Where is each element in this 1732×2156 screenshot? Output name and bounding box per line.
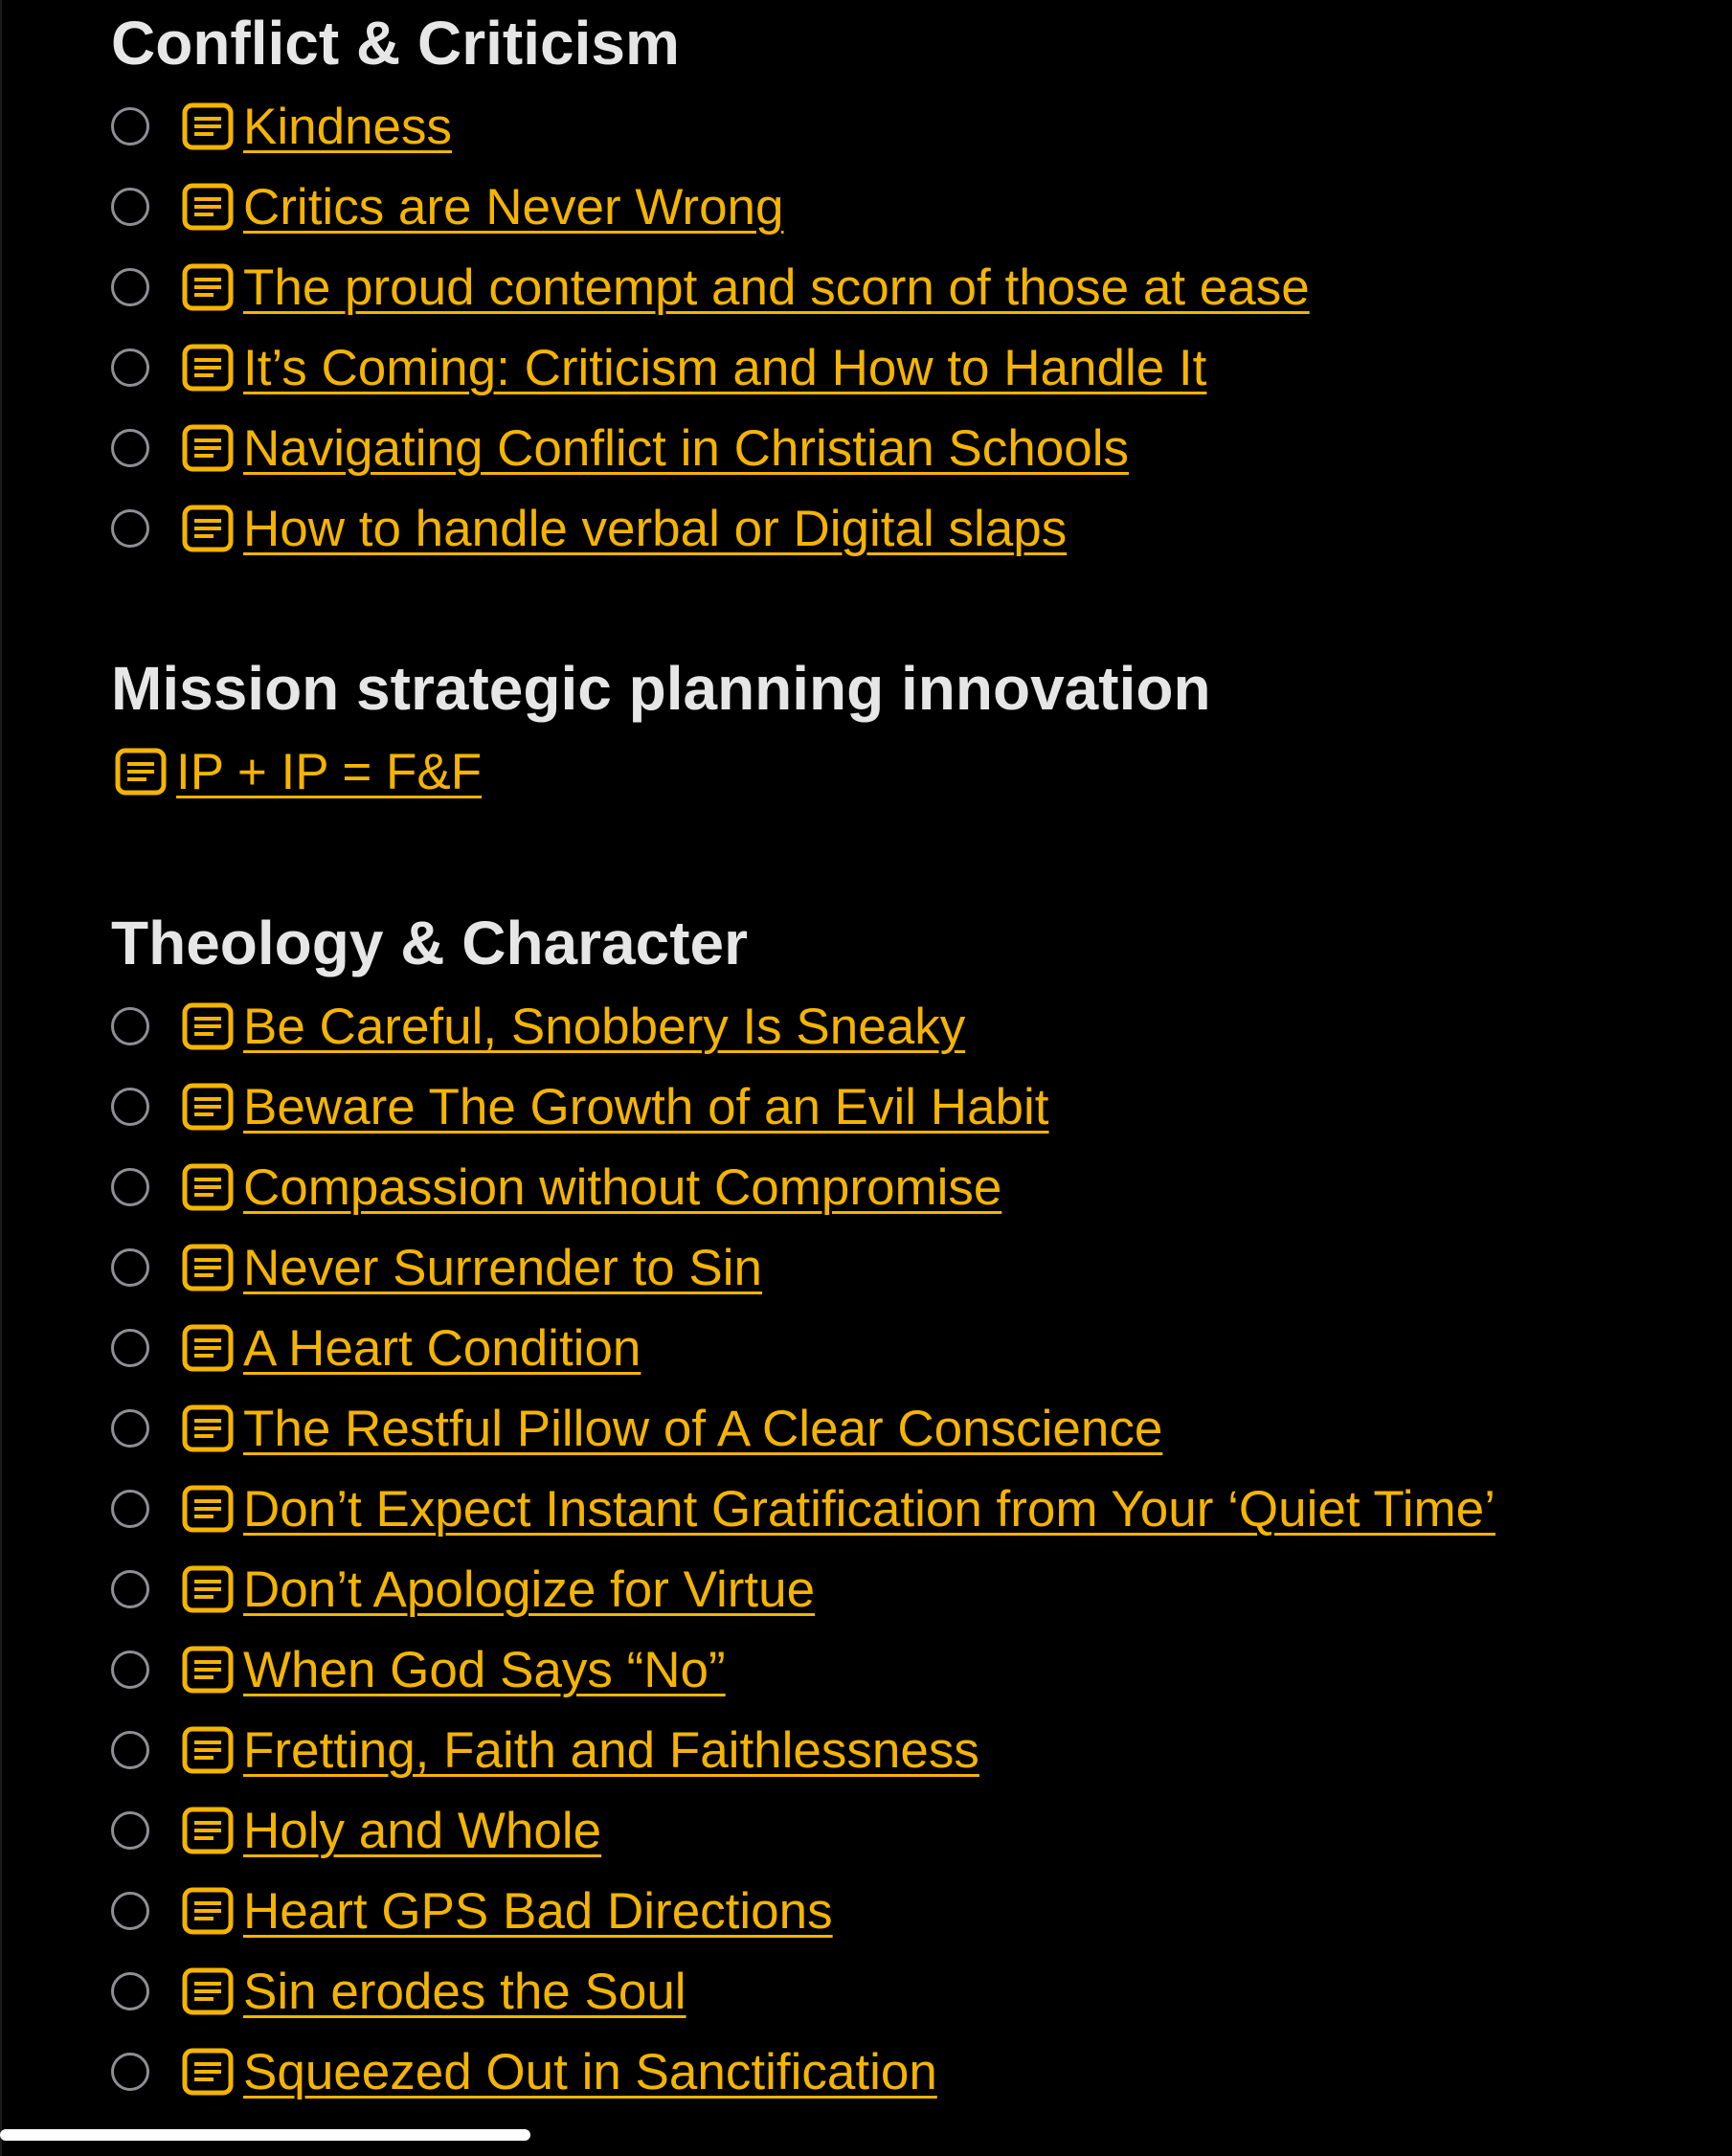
list-item: Squeezed Out in Sanctification [111,2032,1700,2112]
note-icon [182,102,234,150]
note-icon [182,1485,234,1533]
list-item: Never Surrender to Sin [111,1227,1700,1308]
list-item: Compassion without Compromise [111,1147,1700,1227]
list-item: Don’t Apologize for Virtue [111,1549,1700,1629]
list-item: Holy and Whole [111,1790,1700,1871]
checkbox[interactable] [111,1892,149,1930]
list-item: IP + IP = F&F [111,731,1700,812]
note-link[interactable]: Fretting, Faith and Faithlessness [243,1721,979,1780]
home-indicator[interactable] [0,2129,530,2141]
list-item: A Heart Condition [111,1308,1700,1388]
note-icon [182,1726,234,1774]
note-link[interactable]: It’s Coming: Criticism and How to Handle… [243,339,1206,397]
list-item: Sin erodes the Soul [111,1951,1700,2032]
note-icon [182,1083,234,1131]
note-icon [115,748,167,796]
checkbox[interactable] [111,1329,149,1367]
note-link[interactable]: The Restful Pillow of A Clear Conscience [243,1400,1162,1458]
list-item: The proud contempt and scorn of those at… [111,247,1700,327]
note-link[interactable]: Sin erodes the Soul [243,1963,686,2021]
note-link[interactable]: Kindness [243,98,452,156]
note-link[interactable]: Be Careful, Snobbery Is Sneaky [243,998,965,1056]
list-item: How to handle verbal or Digital slaps [111,488,1700,569]
checkbox[interactable] [111,1168,149,1206]
list-item: Navigating Conflict in Christian Schools [111,408,1700,488]
note-link[interactable]: Beware The Growth of an Evil Habit [243,1078,1049,1136]
note-link[interactable]: How to handle verbal or Digital slaps [243,500,1067,558]
list-item: Don’t Expect Instant Gratification from … [111,1469,1700,1549]
note-link[interactable]: IP + IP = F&F [176,743,482,801]
note-link[interactable]: Navigating Conflict in Christian Schools [243,419,1129,478]
list-item: Heart GPS Bad Directions [111,1871,1700,1951]
list-item: Critics are Never Wrong [111,167,1700,247]
list-item: It’s Coming: Criticism and How to Handle… [111,327,1700,408]
checkbox[interactable] [111,1811,149,1850]
note-link[interactable]: Holy and Whole [243,1802,601,1860]
note-icon [182,424,234,472]
note-icon [182,183,234,231]
section-heading-mission-planning: Mission strategic planning innovation [111,654,1211,723]
note-link[interactable]: The proud contempt and scorn of those at… [243,258,1310,317]
checkbox[interactable] [111,1409,149,1448]
checkbox[interactable] [111,188,149,226]
note-icon [182,1244,234,1291]
checkbox[interactable] [111,1731,149,1769]
list-item: Kindness [111,86,1700,167]
note-icon [182,1967,234,2015]
list-item: Beware The Growth of an Evil Habit [111,1067,1700,1147]
note-link[interactable]: Don’t Apologize for Virtue [243,1561,815,1619]
note-link[interactable]: Never Surrender to Sin [243,1239,762,1297]
checkbox[interactable] [111,1088,149,1126]
note-icon [182,1565,234,1613]
note-body: Conflict & Criticism Kindness Critics ar… [111,0,1700,2112]
note-link[interactable]: Heart GPS Bad Directions [243,1882,833,1941]
checkbox[interactable] [111,268,149,306]
checkbox[interactable] [111,2053,149,2091]
window-edge [0,0,2,2156]
section-heading-conflict-criticism: Conflict & Criticism [111,9,680,78]
note-link[interactable]: Compassion without Compromise [243,1158,1001,1217]
note-icon [182,1163,234,1211]
note-icon [182,1324,234,1372]
note-icon [182,344,234,392]
checkbox[interactable] [111,1972,149,2010]
note-link[interactable]: Critics are Never Wrong [243,178,784,236]
note-link[interactable]: Squeezed Out in Sanctification [243,2043,937,2101]
checkbox[interactable] [111,348,149,387]
checkbox[interactable] [111,429,149,467]
note-icon [182,1646,234,1694]
note-icon [182,505,234,552]
note-link[interactable]: When God Says “No” [243,1641,726,1699]
checkbox[interactable] [111,1490,149,1528]
note-icon [182,1002,234,1050]
list-item: When God Says “No” [111,1629,1700,1710]
note-icon [182,2048,234,2096]
checkbox[interactable] [111,1248,149,1287]
note-link[interactable]: Don’t Expect Instant Gratification from … [243,1480,1496,1538]
list-item: Be Careful, Snobbery Is Sneaky [111,986,1700,1067]
checkbox[interactable] [111,107,149,146]
checkbox[interactable] [111,509,149,548]
list-item: Fretting, Faith and Faithlessness [111,1710,1700,1790]
note-icon [182,1887,234,1935]
note-link[interactable]: A Heart Condition [243,1319,641,1378]
checkbox[interactable] [111,1651,149,1689]
checkbox[interactable] [111,1007,149,1045]
checkbox[interactable] [111,1570,149,1608]
list-item: The Restful Pillow of A Clear Conscience [111,1388,1700,1469]
note-icon [182,1807,234,1854]
section-heading-theology-character: Theology & Character [111,909,749,977]
note-icon [182,263,234,311]
note-icon [182,1404,234,1452]
